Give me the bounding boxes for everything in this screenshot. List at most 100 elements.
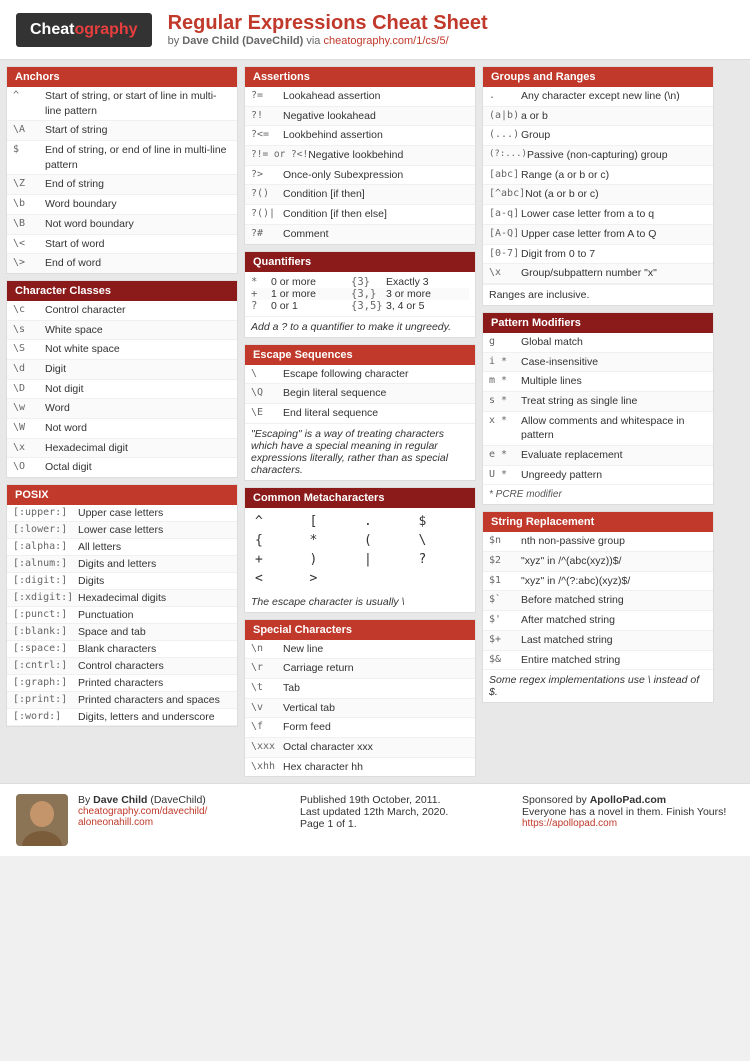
table-row: $2 "xyz" in /^(abc(xyz))$/ [483,552,713,572]
quantifiers-body: * 0 or more {3} Exactly 3 + 1 or more {3… [245,272,475,337]
character-classes-body: \c Control character \s White space \S N… [7,301,237,477]
table-row: [:punct:] Punctuation [7,607,237,624]
footer-author-section: By Dave Child (DaveChild) cheatography.c… [78,794,290,846]
table-row: ?() Condition [if then] [245,185,475,205]
table-row: g Global match [483,333,713,353]
header-text: Regular Expressions Cheat Sheet by Dave … [168,12,488,47]
table-row: [:digit:] Digits [7,573,237,590]
footer-sponsor-text: Everyone has a novel in them. Finish You… [522,806,734,818]
pattern-modifiers-header: Pattern Modifiers [483,313,713,333]
table-row: \d Digit [7,360,237,380]
table-row: x * Allow comments and whitespace in pat… [483,412,713,446]
groups-ranges-body: . Any character except new line (\n) (a|… [483,87,713,305]
anchors-header: Anchors [7,67,237,87]
table-row: \ Escape following character [245,365,475,385]
table-row: (?:...) Passive (non-capturing) group [483,146,713,166]
table-row: (a|b) a or b [483,107,713,127]
assertions-header: Assertions [245,67,475,87]
table-row: $n nth non-passive group [483,532,713,552]
posix-header: POSIX [7,485,237,505]
table-row: [:blank:] Space and tab [7,624,237,641]
string-replacement-body: $n nth non-passive group $2 "xyz" in /^(… [483,532,713,702]
table-row: [:upper:] Upper case letters [7,505,237,522]
footer-published: Published 19th October, 2011. [300,794,512,806]
character-classes-section: Character Classes \c Control character \… [6,280,238,478]
common-meta-header: Common Metacharacters [245,488,475,508]
author-avatar [16,794,68,846]
table-row: ?<= Lookbehind assertion [245,126,475,146]
page-subtitle: by Dave Child (DaveChild) via cheatograp… [168,35,488,47]
anchors-section: Anchors ^ Start of string, or start of l… [6,66,238,274]
table-row: \r Carriage return [245,659,475,679]
main-content: Anchors ^ Start of string, or start of l… [0,60,750,783]
footer-updated: Last updated 12th March, 2020. [300,806,512,818]
table-row: $& Entire matched string [483,651,713,671]
footer-sponsor-link[interactable]: https://apollopad.com [522,818,734,829]
table-row: \n New line [245,640,475,660]
table-row: [:cntrl:] Control characters [7,658,237,675]
table-row: $1 "xyz" in /^(?:abc)(xyz)$/ [483,572,713,592]
quantifiers-section: Quantifiers * 0 or more {3} Exactly 3 + … [244,251,476,338]
table-row: \S Not white space [7,340,237,360]
table-row: [:xdigit:] Hexadecimal digits [7,590,237,607]
table-row: s * Treat string as single line [483,392,713,412]
table-row: [:alnum:] Digits and letters [7,556,237,573]
table-row: \w Word [7,399,237,419]
quantifiers-header: Quantifiers [245,252,475,272]
table-row: \xhh Hex character hh [245,758,475,777]
footer: By Dave Child (DaveChild) cheatography.c… [0,783,750,856]
table-row: * 0 or more {3} Exactly 3 [251,276,469,288]
escape-sequences-section: Escape Sequences \ Escape following char… [244,344,476,481]
table-row: [a-q] Lower case letter from a to q [483,205,713,225]
table-row: \b Word boundary [7,195,237,215]
table-row: \x Group/subpattern number "x" [483,264,713,284]
logo: Cheatography [16,13,152,47]
table-row: \> End of word [7,254,237,273]
table-row: { * ( \ [251,531,469,550]
footer-publish-section: Published 19th October, 2011. Last updat… [300,794,512,846]
table-row: \f Form feed [245,718,475,738]
table-row: $' After matched string [483,611,713,631]
table-row: e * Evaluate replacement [483,446,713,466]
table-row: $+ Last matched string [483,631,713,651]
table-row: ?!= or ?<! Negative lookbehind [245,146,475,166]
posix-body: [:upper:] Upper case letters [:lower:] L… [7,505,237,726]
table-row: ?> Once-only Subexpression [245,166,475,186]
quantifier-row: * 0 or more {3} Exactly 3 + 1 or more {3… [245,272,475,317]
assertions-section: Assertions ?= Lookahead assertion ?! Neg… [244,66,476,245]
table-row: m * Multiple lines [483,372,713,392]
quantifiers-note: Add a ? to a quantifier to make it ungre… [245,317,475,337]
common-meta-body: ^ [ . $ { * ( \ + ) [245,508,475,612]
pcre-note: * PCRE modifier [483,485,713,504]
pattern-modifiers-section: Pattern Modifiers g Global match i * Cas… [482,312,714,506]
pattern-modifiers-body: g Global match i * Case-insensitive m * … [483,333,713,505]
table-row: ?()| Condition [if then else] [245,205,475,225]
table-row: \A Start of string [7,121,237,141]
table-row: [:lower:] Lower case letters [7,522,237,539]
footer-link-site[interactable]: aloneonahill.com [78,817,290,828]
footer-author: By Dave Child (DaveChild) [78,794,290,806]
table-row: [0-7] Digit from 0 to 7 [483,245,713,265]
table-row: \t Tab [245,679,475,699]
table-row: [:word:] Digits, letters and underscore [7,709,237,726]
table-row: . Any character except new line (\n) [483,87,713,107]
table-row: i * Case-insensitive [483,353,713,373]
table-row: [A-Q] Upper case letter from A to Q [483,225,713,245]
special-chars-section: Special Characters \n New line \r Carria… [244,619,476,778]
table-row: (...) Group [483,126,713,146]
string-replacement-note: Some regex implementations use \ instead… [483,670,713,702]
escape-sequences-body: \ Escape following character \Q Begin li… [245,365,475,480]
header-link[interactable]: cheatography.com/1/cs/5/ [323,35,448,47]
groups-ranges-header: Groups and Ranges [483,67,713,87]
table-row: \x Hexadecimal digit [7,439,237,459]
table-row: [:graph:] Printed characters [7,675,237,692]
posix-section: POSIX [:upper:] Upper case letters [:low… [6,484,238,727]
footer-link-cheatography[interactable]: cheatography.com/davechild/ [78,806,290,817]
table-row: \Z End of string [7,175,237,195]
table-row: \xxx Octal character xxx [245,738,475,758]
header: Cheatography Regular Expressions Cheat S… [0,0,750,60]
table-row: ^ [ . $ [251,512,469,531]
common-meta-section: Common Metacharacters ^ [ . $ { * ( [244,487,476,613]
table-row: \B Not word boundary [7,215,237,235]
footer-sponsor-section: Sponsored by ApolloPad.com Everyone has … [522,794,734,846]
